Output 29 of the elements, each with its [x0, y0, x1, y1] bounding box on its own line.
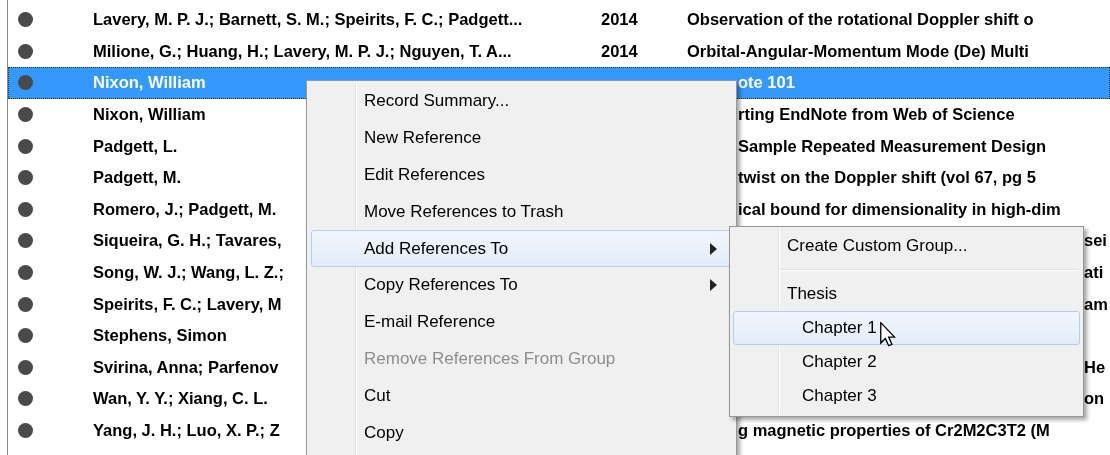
title-text: on	[1084, 389, 1105, 408]
author-text: Padgett, M.	[93, 168, 181, 187]
author-text: Milione, G.; Huang, H.; Lavery, M. P. J.; Nguyen, T. A...	[93, 41, 512, 60]
author-text: Song, W. J.; Wang, L. Z.;	[93, 263, 284, 282]
author-text: Wan, Y. Y.; Xiang, C. L.	[93, 389, 268, 408]
year-text: 2014	[601, 10, 638, 29]
author-text: Padgett, L.	[93, 136, 178, 155]
year-text: 2014	[601, 41, 638, 60]
title-text: He	[1084, 357, 1106, 376]
author-text: Svirina, Anna; Parfenov	[93, 357, 279, 376]
author-text: Lavery, M. P. J.; Barnett, S. M.; Speirits, F. C.; Padgett...	[93, 10, 523, 29]
author-text: Nixon, William	[93, 73, 206, 92]
title-text: g magnetic properties of Cr2M2C3T2 (M	[738, 421, 1050, 439]
title-text: rting EndNote from Web of Science	[738, 105, 1015, 124]
author-text: Romero, J.; Padgett, M.	[93, 199, 277, 218]
title-text: twist on the Doppler shift (vol 67, pg 5	[738, 168, 1036, 187]
author-text: Stephens, Simon	[93, 326, 227, 345]
title-text: am	[1084, 294, 1108, 313]
title-text: sei	[1084, 231, 1107, 250]
title-text: Sample Repeated Measurement Design	[738, 136, 1047, 155]
title-text: Orbital-Angular-Momentum Mode (De) Multi	[687, 41, 1029, 60]
title-text: ote 101	[738, 73, 795, 92]
author-text: Nixon, William	[93, 105, 206, 124]
title-text: Observation of the rotational Doppler shift o	[687, 10, 1034, 29]
author-text: Speirits, F. C.; Lavery, M	[93, 294, 282, 313]
author-text: Yang, J. H.; Luo, X. P.; Z	[93, 421, 280, 439]
title-text: ati	[1084, 263, 1104, 282]
title-text: ical bound for dimensionality in high-dim	[738, 199, 1061, 218]
author-text: Siqueira, G. H.; Tavares,	[93, 231, 282, 250]
